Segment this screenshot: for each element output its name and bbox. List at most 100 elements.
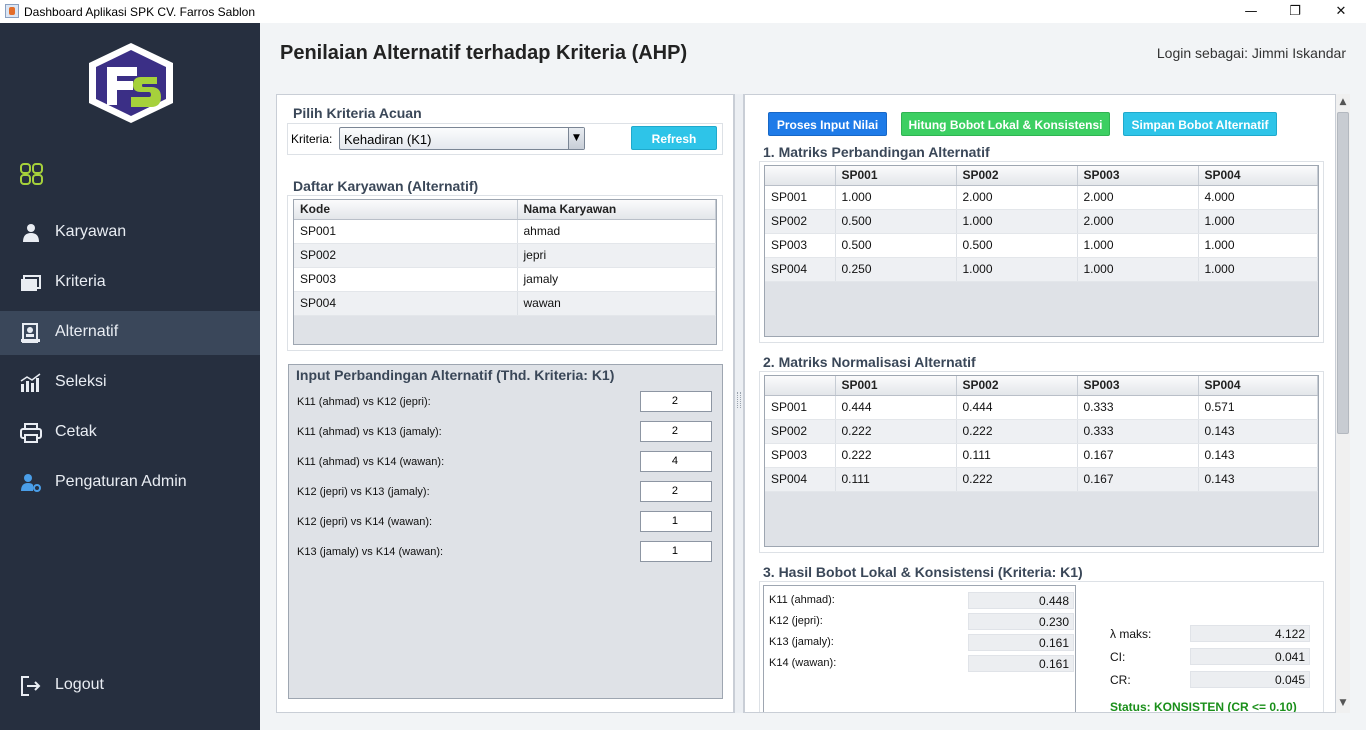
matrix1-table: SP001 SP002 SP003 SP004 SP001 1.000 2.000 2… — [764, 165, 1319, 337]
cell: 0.571 — [1198, 395, 1318, 420]
lambda-max-label: λ maks: — [1110, 627, 1152, 641]
column-header[interactable] — [765, 376, 836, 396]
column-header[interactable]: SP001 — [835, 166, 957, 186]
cell: 0.111 — [835, 467, 957, 492]
cell: 0.222 — [835, 443, 957, 468]
criteria-select[interactable]: Kehadiran (K1) ▼ — [339, 127, 585, 150]
hitung-bobot-button[interactable]: Hitung Bobot Lokal & Konsistensi — [901, 112, 1110, 136]
sidebar-item-seleksi[interactable]: Seleksi — [0, 361, 260, 405]
simpan-bobot-button[interactable]: Simpan Bobot Alternatif — [1123, 112, 1277, 136]
sidebar-item-label: Kriteria — [55, 273, 106, 290]
cell: 0.143 — [1198, 467, 1318, 492]
comparison-input[interactable]: 2 — [640, 481, 712, 502]
scrollbar-thumb[interactable] — [1337, 112, 1349, 434]
comparison-input[interactable]: 1 — [640, 511, 712, 532]
left-panel: Pilih Kriteria Acuan Kriteria: Kehadiran… — [276, 94, 734, 713]
divider-grip[interactable] — [737, 392, 741, 408]
cell: SP001 — [294, 219, 518, 244]
table-row[interactable]: SP001 ahmad — [294, 219, 716, 244]
table-row[interactable]: SP003 jamaly — [294, 267, 716, 292]
comparison-input[interactable]: 4 — [640, 451, 712, 472]
comparison-label: K13 (jamaly) vs K14 (wawan): — [297, 546, 444, 558]
sidebar-item-karyawan[interactable]: Karyawan — [0, 211, 260, 255]
table-row[interactable]: SP001 0.444 0.444 0.333 0.571 — [765, 395, 1318, 420]
table-row[interactable]: SP003 0.222 0.111 0.167 0.143 — [765, 443, 1318, 468]
table-row[interactable]: SP003 0.500 0.500 1.000 1.000 — [765, 233, 1318, 258]
table-row[interactable]: SP002 jepri — [294, 243, 716, 268]
user-settings-icon — [20, 473, 42, 493]
cell: jamaly — [517, 267, 716, 292]
table-row[interactable]: SP002 0.500 1.000 2.000 1.000 — [765, 209, 1318, 234]
cell: 2.000 — [956, 185, 1078, 210]
cell: 0.500 — [835, 209, 957, 234]
column-header[interactable]: SP002 — [956, 376, 1078, 396]
split-pane-divider[interactable] — [734, 94, 744, 713]
sidebar-item-alternatif[interactable]: Alternatif — [0, 311, 260, 355]
column-header[interactable]: SP002 — [956, 166, 1078, 186]
column-header[interactable]: SP003 — [1077, 376, 1199, 396]
weight-value: 0.161 — [968, 634, 1074, 651]
cell: 0.333 — [1077, 419, 1199, 444]
table-row[interactable]: SP004 0.111 0.222 0.167 0.143 — [765, 467, 1318, 492]
table-row[interactable]: SP004 wawan — [294, 291, 716, 316]
result-title: 3. Hasil Bobot Lokal & Konsistensi (Krit… — [763, 564, 1083, 580]
sidebar: Karyawan Kriteria Alternatif Seleksi Cet… — [0, 23, 260, 730]
cell: 0.333 — [1077, 395, 1199, 420]
column-header[interactable]: SP004 — [1198, 376, 1318, 396]
cell: wawan — [517, 291, 716, 316]
grid-icon[interactable] — [19, 162, 45, 186]
comparison-input[interactable]: 1 — [640, 541, 712, 562]
cell: 0.143 — [1198, 443, 1318, 468]
cell: SP003 — [294, 267, 518, 292]
cell: 0.222 — [956, 419, 1078, 444]
window-title: Dashboard Aplikasi SPK CV. Farros Sablon — [24, 5, 256, 19]
maximize-button[interactable]: ❐ — [1272, 0, 1318, 23]
refresh-button[interactable]: Refresh — [631, 126, 717, 150]
sidebar-item-kriteria[interactable]: Kriteria — [0, 261, 260, 305]
minimize-button[interactable]: — — [1228, 0, 1274, 23]
table-row[interactable]: SP002 0.222 0.222 0.333 0.143 — [765, 419, 1318, 444]
sidebar-item-label: Seleksi — [55, 373, 107, 390]
scroll-up-icon[interactable]: ▲ — [1336, 97, 1350, 107]
right-panel: Proses Input Nilai Hitung Bobot Lokal & … — [744, 94, 1336, 713]
column-header[interactable]: SP004 — [1198, 166, 1318, 186]
sidebar-item-pengaturan-admin[interactable]: Pengaturan Admin — [0, 461, 260, 505]
cell: 0.143 — [1198, 419, 1318, 444]
logout-label: Logout — [55, 676, 104, 693]
scroll-down-icon[interactable]: ▼ — [1336, 698, 1350, 708]
column-header[interactable]: Nama Karyawan — [517, 200, 716, 220]
weight-value: 0.161 — [968, 655, 1074, 672]
cell: SP002 — [765, 209, 836, 234]
column-header[interactable]: SP001 — [835, 376, 957, 396]
table-row[interactable]: SP004 0.250 1.000 1.000 1.000 — [765, 257, 1318, 282]
cell: SP004 — [765, 257, 836, 282]
comparison-input[interactable]: 2 — [640, 421, 712, 442]
proses-input-button[interactable]: Proses Input Nilai — [768, 112, 887, 136]
comparison-input[interactable]: 2 — [640, 391, 712, 412]
sidebar-item-label: Karyawan — [55, 223, 127, 240]
login-info: Login sebagai: Jimmi Iskandar — [1156, 45, 1346, 61]
matrix1-title: 1. Matriks Perbandingan Alternatif — [763, 144, 990, 160]
sidebar-item-cetak[interactable]: Cetak — [0, 411, 260, 455]
cell: 0.500 — [835, 233, 957, 258]
column-header[interactable]: Kode — [294, 200, 518, 220]
criteria-section-title: Pilih Kriteria Acuan — [293, 105, 422, 121]
cell: 1.000 — [1198, 209, 1318, 234]
weight-value: 0.230 — [968, 613, 1074, 630]
comparison-label: K12 (jepri) vs K13 (jamaly): — [297, 486, 430, 498]
comparison-input-panel: Input Perbandingan Alternatif (Thd. Krit… — [288, 364, 723, 699]
cell: 0.222 — [835, 419, 957, 444]
cell: 1.000 — [835, 185, 957, 210]
weight-label: K12 (jepri): — [769, 615, 823, 627]
cell: jepri — [517, 243, 716, 268]
cell: 1.000 — [1198, 233, 1318, 258]
cell: 1.000 — [1077, 257, 1199, 282]
logout-button[interactable]: Logout — [0, 664, 260, 708]
column-header[interactable] — [765, 166, 836, 186]
close-button[interactable]: ✕ — [1318, 0, 1364, 23]
column-header[interactable]: SP003 — [1077, 166, 1199, 186]
comparison-section-title: Input Perbandingan Alternatif (Thd. Krit… — [296, 367, 615, 383]
table-row[interactable]: SP001 1.000 2.000 2.000 4.000 — [765, 185, 1318, 210]
chevron-down-icon[interactable]: ▼ — [568, 128, 584, 149]
weight-value: 0.448 — [968, 592, 1074, 609]
